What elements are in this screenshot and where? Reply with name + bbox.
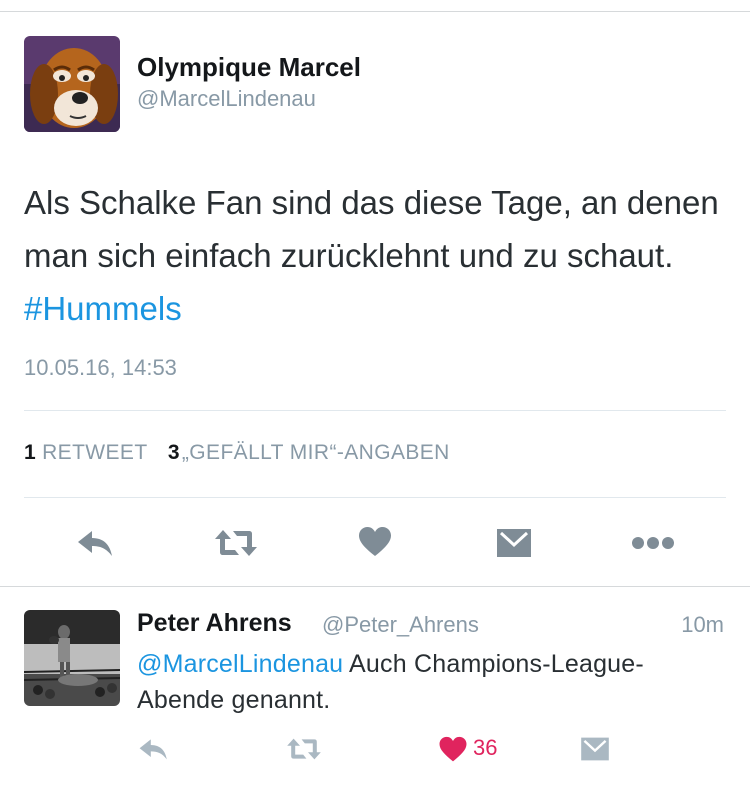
reply-avatar[interactable] — [24, 610, 120, 706]
retweet-icon[interactable] — [282, 734, 326, 764]
reply-icon[interactable] — [136, 734, 172, 764]
like-stat[interactable]: 3„GEFÄLLT MIR“-ANGABEN — [168, 441, 450, 464]
hashtag-link[interactable]: #Hummels — [24, 290, 182, 327]
heart-icon-liked[interactable] — [436, 734, 470, 764]
mention-link[interactable]: @MarcelLindenau — [137, 650, 343, 678]
retweet-label: RETWEET — [42, 441, 148, 464]
retweet-icon[interactable] — [212, 524, 260, 562]
heart-icon[interactable] — [355, 522, 395, 562]
more-icon[interactable] — [630, 530, 676, 556]
reply-text: @MarcelLindenau Auch Champions-League-Ab… — [137, 646, 727, 718]
author-name[interactable]: Olympique Marcel — [137, 52, 361, 83]
retweet-stat[interactable]: 1 RETWEET — [24, 441, 148, 464]
like-count: 3 — [167, 441, 180, 464]
author-handle[interactable]: @MarcelLindenau — [137, 86, 316, 112]
message-icon[interactable] — [578, 734, 612, 764]
retweet-count: 1 — [24, 441, 37, 464]
reply-author-name[interactable]: Peter Ahrens — [137, 609, 292, 638]
reply-like-count: 36 — [473, 735, 498, 760]
reply-time: 10m — [681, 612, 724, 637]
reply-author-handle[interactable]: @Peter_Ahrens — [322, 612, 479, 638]
top-divider — [0, 11, 750, 12]
tweet-stats: 1 RETWEET 3„GEFÄLLT MIR“-ANGABEN — [24, 441, 464, 465]
divider — [24, 497, 726, 498]
message-icon[interactable] — [494, 524, 534, 562]
cartoon-dog-avatar — [24, 36, 120, 132]
reply-icon[interactable] — [74, 524, 118, 562]
boxing-photo-avatar — [24, 610, 120, 706]
like-label: „GEFÄLLT MIR“-ANGABEN — [181, 441, 450, 464]
tweet-text: Als Schalke Fan sind das diese Tage, an … — [24, 176, 724, 335]
tweet-body-text: Als Schalke Fan sind das diese Tage, an … — [24, 184, 719, 274]
tweet-timestamp: 10.05.16, 14:53 — [24, 355, 177, 380]
author-avatar[interactable] — [24, 36, 120, 132]
reply-separator — [0, 586, 750, 587]
divider — [24, 410, 726, 411]
